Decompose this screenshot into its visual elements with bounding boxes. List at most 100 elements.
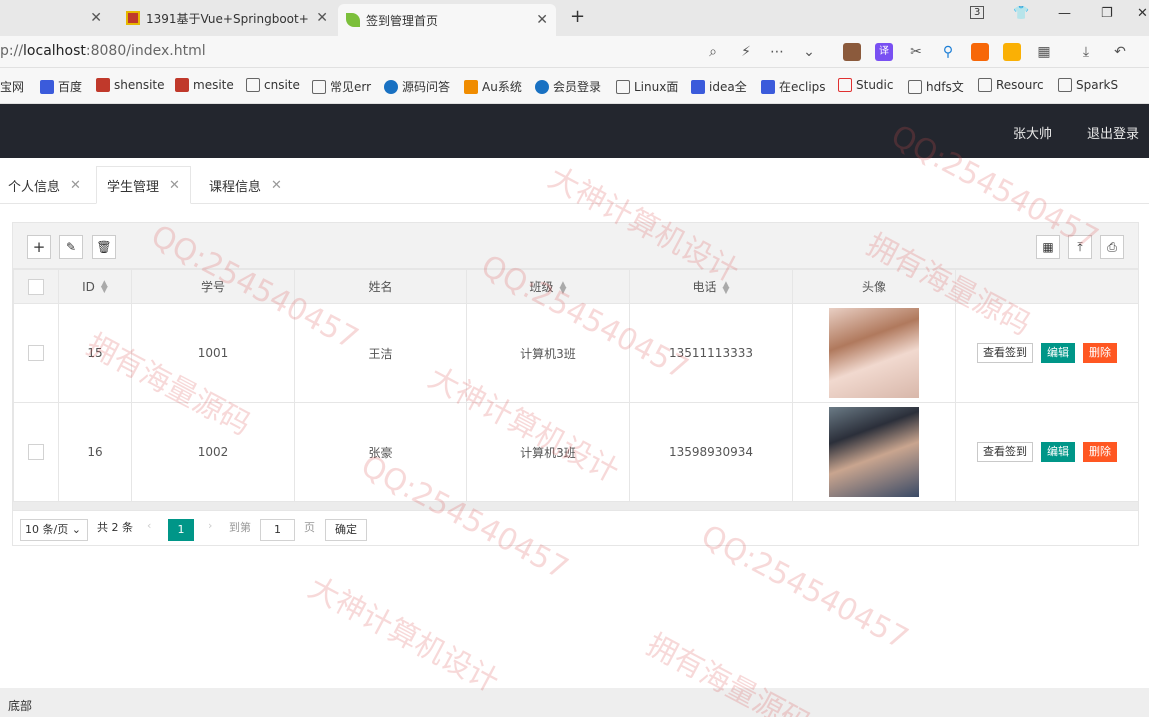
page-size-select[interactable]: 10 条/页 ⌄ <box>20 519 88 541</box>
column-header-phone[interactable]: 电话 ▲ ▼ <box>629 269 793 304</box>
row-checkbox[interactable] <box>28 345 44 361</box>
download-icon[interactable]: ⤓ <box>1077 43 1095 61</box>
more-icon[interactable]: ⋯ <box>768 43 786 61</box>
column-header-avatar: 头像 <box>792 269 956 304</box>
bookmark-item[interactable]: Studic <box>838 78 893 92</box>
edit-icon[interactable]: ✎ <box>59 235 83 259</box>
current-page-button[interactable]: 1 <box>168 519 194 541</box>
baidu-paw-icon <box>40 79 54 94</box>
bookmark-label: 宝网 <box>0 80 25 94</box>
cell-class: 计算机3班 <box>466 402 630 502</box>
site-icon <box>175 78 189 92</box>
page-unit-label: 页 <box>304 521 315 534</box>
watermark: 大神计算机设计 <box>302 570 505 700</box>
close-icon[interactable]: ✕ <box>536 12 548 28</box>
cell-actions: 查看签到 编辑 删除 <box>955 402 1139 502</box>
url-field[interactable]: p://localhost:8080/index.html <box>0 43 206 59</box>
sort-icon[interactable]: ▲ ▼ <box>101 280 108 295</box>
bookmark-item[interactable]: 在eclips <box>761 78 826 95</box>
bolt-icon[interactable]: ⚡ <box>737 43 755 61</box>
tab-student-management[interactable]: 学生管理 ✕ <box>96 166 191 204</box>
tab-label: 课程信息 <box>209 179 262 195</box>
bookmark-label: 常见err <box>330 80 372 94</box>
delete-button[interactable]: 删除 <box>1083 442 1117 462</box>
translate-icon[interactable]: 译 <box>875 43 893 61</box>
close-icon[interactable]: ✕ <box>90 10 102 26</box>
chevron-down-icon[interactable]: ⌄ <box>800 43 818 61</box>
bookmark-item[interactable]: 源码问答 <box>384 78 450 95</box>
site-icon <box>96 78 110 92</box>
goto-page-input[interactable]: 1 <box>260 519 295 541</box>
zoom-icon[interactable]: ⌕ <box>704 43 722 61</box>
bookmark-item[interactable]: 宝网 <box>0 78 24 95</box>
bookmark-item[interactable]: 常见err <box>312 78 371 95</box>
bookmark-item[interactable]: idea全 <box>691 78 747 95</box>
view-signin-button[interactable]: 查看签到 <box>977 343 1033 363</box>
row-checkbox[interactable] <box>28 444 44 460</box>
goto-label: 到第 <box>229 521 251 534</box>
bookmark-item[interactable]: Resourc <box>978 78 1044 92</box>
game-icon[interactable] <box>971 43 989 61</box>
print-icon[interactable]: ⎙ <box>1100 235 1124 259</box>
minimize-icon[interactable]: — <box>1058 6 1071 21</box>
logout-link[interactable]: 退出登录 <box>1087 123 1139 142</box>
column-header-class[interactable]: 班级 ▲ ▼ <box>466 269 630 304</box>
extension-icon[interactable] <box>843 43 861 61</box>
globe-icon <box>1058 78 1072 92</box>
close-icon[interactable]: ✕ <box>169 178 180 193</box>
bookmark-item[interactable]: Linux面 <box>616 78 678 95</box>
confirm-button[interactable]: 确定 <box>325 519 367 541</box>
restore-icon[interactable]: ❐ <box>1101 6 1113 21</box>
trash-icon[interactable]: 🗑 <box>92 235 116 259</box>
scissors-icon[interactable]: ✂ <box>907 43 925 61</box>
sort-icon[interactable]: ▲ ▼ <box>560 280 567 295</box>
prev-page-icon[interactable]: ‹ <box>147 519 151 532</box>
site-icon <box>838 78 852 92</box>
browser-tab-1[interactable]: 1391基于Vue+Springboot+ ✕ <box>118 4 336 32</box>
bookmark-item[interactable]: shensite <box>96 78 165 92</box>
close-icon[interactable]: ✕ <box>271 178 282 193</box>
bookmark-item[interactable]: 百度 <box>40 78 82 95</box>
delete-button[interactable]: 删除 <box>1083 343 1117 363</box>
undo-icon[interactable]: ↶ <box>1111 43 1129 61</box>
bookmark-item[interactable]: hdfs文 <box>908 78 964 95</box>
bookmark-item[interactable]: cnsite <box>246 78 300 92</box>
table-row: 15 1001 王洁 计算机3班 13511113333 查看签到 编辑 删除 <box>13 303 1139 403</box>
globe-icon <box>908 79 922 94</box>
bookmark-item[interactable]: SparkS <box>1058 78 1118 92</box>
apps-grid-icon[interactable]: ▦ <box>1035 43 1053 61</box>
column-label: 班级 <box>529 280 554 294</box>
export-icon[interactable]: ⤒ <box>1068 235 1092 259</box>
horizontal-scrollbar[interactable] <box>13 502 1138 510</box>
bookmark-item[interactable]: Au系统 <box>464 78 522 95</box>
bookmark-item[interactable]: 会员登录 <box>535 78 601 95</box>
tab-label: 个人信息 <box>8 179 61 195</box>
table-row: 16 1002 张豪 计算机3班 13598930934 查看签到 编辑 删除 <box>13 402 1139 502</box>
bookmark-label: 会员登录 <box>553 80 602 94</box>
edit-button[interactable]: 编辑 <box>1041 442 1075 462</box>
column-header-id[interactable]: ID ▲ ▼ <box>58 269 132 304</box>
browser-tab-2[interactable]: 签到管理首页 ✕ <box>338 4 556 36</box>
edit-button[interactable]: 编辑 <box>1041 343 1075 363</box>
bookmark-item[interactable]: mesite <box>175 78 234 92</box>
new-tab-icon[interactable]: + <box>570 6 585 27</box>
close-window-icon[interactable]: ✕ <box>1137 6 1148 21</box>
user-name-link[interactable]: 张大帅 <box>1013 123 1052 142</box>
shield-icon[interactable] <box>1003 43 1021 61</box>
select-all-checkbox[interactable] <box>28 278 44 295</box>
add-icon[interactable]: + <box>27 235 51 259</box>
tab-profile[interactable]: 个人信息 ✕ <box>0 166 91 204</box>
close-icon[interactable]: ✕ <box>316 10 328 26</box>
bookmark-label: shensite <box>114 78 165 92</box>
view-signin-button[interactable]: 查看签到 <box>977 442 1033 462</box>
shirt-icon[interactable]: 👕 <box>1013 6 1029 21</box>
columns-filter-icon[interactable]: ▦ <box>1036 235 1060 259</box>
search-icon[interactable]: ⚲ <box>939 43 957 61</box>
sort-icon[interactable]: ▲ ▼ <box>723 280 730 295</box>
close-icon[interactable]: ✕ <box>70 178 81 193</box>
next-page-icon[interactable]: › <box>208 519 212 532</box>
tab-course-info[interactable]: 课程信息 ✕ <box>199 166 292 204</box>
browser-tab-0[interactable]: ✕ <box>0 4 110 32</box>
cell-sno: 1002 <box>131 402 295 502</box>
tab-counter[interactable]: 3 <box>970 6 985 19</box>
